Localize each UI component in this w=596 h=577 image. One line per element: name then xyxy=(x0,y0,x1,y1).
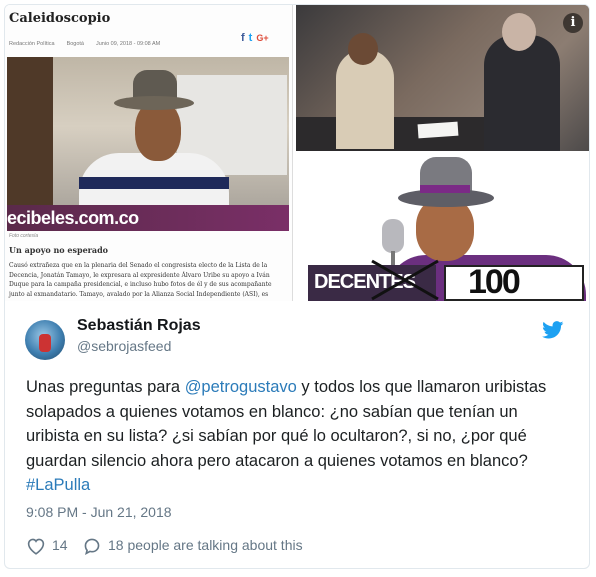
poster-100-text: 100 xyxy=(468,263,521,301)
clipping-share-icons: f t G+ xyxy=(241,32,269,44)
mention-link[interactable]: @petrogustavo xyxy=(185,378,297,396)
tweet-text: Unas preguntas para @petrogustavo y todo… xyxy=(26,375,566,498)
embedded-tweet-card: Caleidoscopio Redacción Política Bogotá Ju… xyxy=(4,4,590,569)
photo-shirt-stripe xyxy=(79,177,229,189)
clipping-meta: Redacción Política Bogotá Junio 09, 2018 -… xyxy=(9,41,160,47)
hashtag-link[interactable]: #LaPulla xyxy=(26,476,90,494)
tweet-timestamp[interactable]: 9:08 PM - Jun 21, 2018 xyxy=(26,504,172,520)
google-plus-icon: G+ xyxy=(256,33,269,43)
clipping-section: Redacción Política xyxy=(9,41,55,47)
senate-man xyxy=(484,35,560,151)
facebook-icon: f xyxy=(241,32,245,44)
heart-icon[interactable] xyxy=(26,537,46,555)
microphone-icon xyxy=(382,219,404,253)
clipping-subhead: Un apoyo no esperado xyxy=(9,245,109,255)
senate-man-head xyxy=(502,13,536,51)
senate-woman-head xyxy=(348,33,378,65)
photo-hat xyxy=(114,70,194,112)
tweet-media-grid: Caleidoscopio Redacción Política Bogotá Ju… xyxy=(5,5,589,301)
twitter-share-icon: t xyxy=(248,32,253,44)
talking-count[interactable]: 18 people are talking about this xyxy=(108,537,303,553)
media-decentes-poster[interactable]: DECENTES 100 xyxy=(296,155,589,301)
photo-banner-text: ecibeles.com.co xyxy=(7,208,139,228)
author-handle[interactable]: @sebrojasfeed xyxy=(77,338,171,354)
clipping-caption: Foto cortesía xyxy=(9,233,39,239)
clipping-date: Junio 09, 2018 - 09:08 AM xyxy=(96,41,161,47)
clipping-body: Causó extrañeza que en la plenaria del S… xyxy=(9,262,272,298)
media-newspaper-clipping[interactable]: Caleidoscopio Redacción Política Bogotá Ju… xyxy=(5,5,293,301)
clipping-photo: ecibeles.com.co xyxy=(7,57,289,231)
avatar[interactable] xyxy=(25,320,65,360)
poster-hat-band xyxy=(420,185,470,193)
media-senate-photo[interactable]: i xyxy=(296,5,589,151)
cross-out-icon xyxy=(371,259,439,301)
twitter-bird-icon[interactable] xyxy=(542,321,564,339)
info-icon[interactable]: i xyxy=(563,13,583,33)
senate-desk xyxy=(296,117,496,151)
clipping-masthead: Caleidoscopio xyxy=(9,11,111,26)
reply-bubble-icon[interactable] xyxy=(82,537,102,555)
clipping-city: Bogotá xyxy=(66,41,84,47)
tweet-text-before: Unas preguntas para xyxy=(26,378,185,396)
like-count[interactable]: 14 xyxy=(52,537,68,553)
author-name[interactable]: Sebastián Rojas xyxy=(77,317,201,335)
senate-paper xyxy=(417,121,459,139)
